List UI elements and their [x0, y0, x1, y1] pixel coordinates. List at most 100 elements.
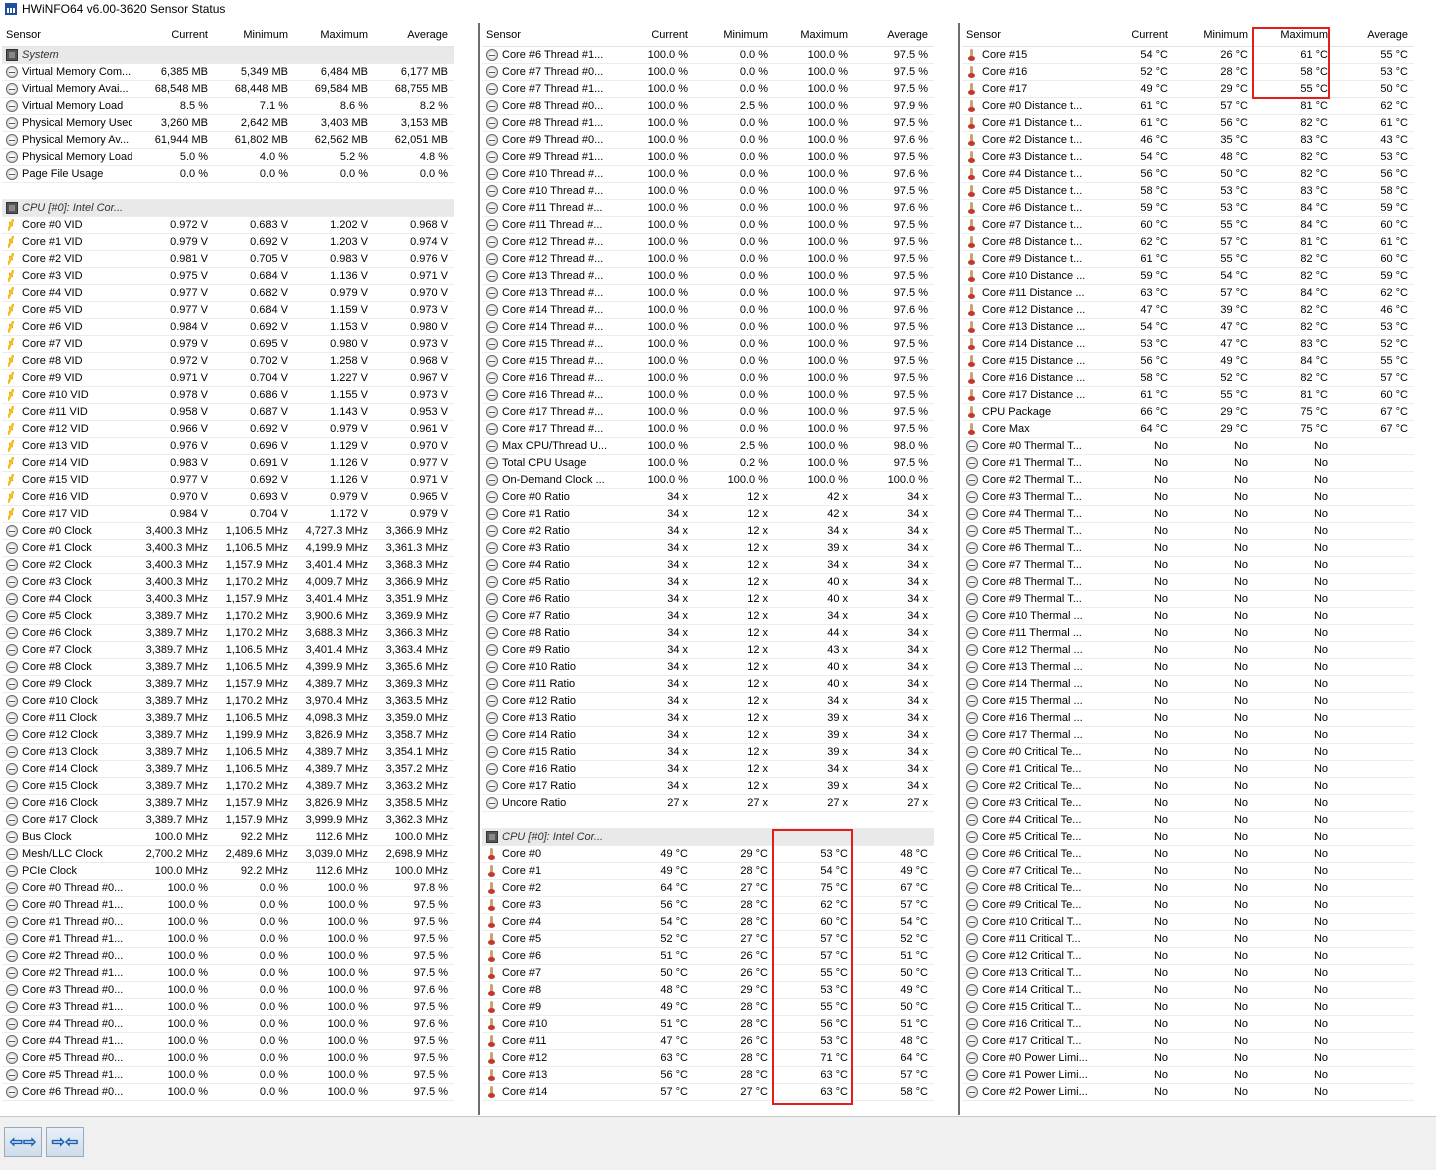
sensor-row[interactable]: Core #11 Critical T... No No No [962, 931, 1414, 948]
sensor-row[interactable]: Core #15 Distance ... 56 °C 49 °C 84 °C 55 °… [962, 353, 1414, 370]
sensor-row[interactable]: Core #13 Thermal ... No No No [962, 659, 1414, 676]
column-header-sensor[interactable]: Sensor [966, 29, 1001, 41]
sensor-row[interactable]: Core #2 Clock 3,400.3 MHz 1,157.9 MHz 3,401… [2, 557, 454, 574]
pane-splitter-1[interactable] [478, 23, 480, 1115]
sensor-row[interactable]: Core #10 Distance ... 59 °C 54 °C 82 °C 59 °… [962, 268, 1414, 285]
sensor-row[interactable]: Core #9 Thread #0... 100.0 % 0.0 % 100.0 % 9… [482, 132, 934, 149]
sensor-row[interactable]: Core #13 56 °C 28 °C 63 °C 57 °C [482, 1067, 934, 1084]
sensor-row[interactable]: Core #8 Distance t... 62 °C 57 °C 81 °C 61 °… [962, 234, 1414, 251]
sensor-row[interactable]: Core #1 Ratio 34 x 12 x 42 x 34 x [482, 506, 934, 523]
sensor-row[interactable]: Core #1 VID 0.979 V 0.692 V 1.203 V 0.974 V [2, 234, 454, 251]
sensor-row[interactable]: Core #13 Clock 3,389.7 MHz 1,106.5 MHz 4,38… [2, 744, 454, 761]
sensor-row[interactable]: Core #1 Power Limi... No No No [962, 1067, 1414, 1084]
sensor-row[interactable]: Core #17 Distance ... 61 °C 55 °C 81 °C 60 °… [962, 387, 1414, 404]
group-header-row[interactable]: System [2, 47, 454, 64]
sensor-row[interactable]: Core #3 Clock 3,400.3 MHz 1,170.2 MHz 4,009… [2, 574, 454, 591]
sensor-row[interactable]: Core #15 Thermal ... No No No [962, 693, 1414, 710]
sensor-row[interactable]: Core #8 Thread #1... 100.0 % 0.0 % 100.0 % 9… [482, 115, 934, 132]
sensor-row[interactable]: Core #10 Critical T... No No No [962, 914, 1414, 931]
sensor-row[interactable]: Core #2 Distance t... 46 °C 35 °C 83 °C 43 °… [962, 132, 1414, 149]
sensor-row[interactable]: Core #12 Clock 3,389.7 MHz 1,199.9 MHz 3,82… [2, 727, 454, 744]
sensor-row[interactable]: Core #10 VID 0.978 V 0.686 V 1.155 V 0.973 V [2, 387, 454, 404]
sensor-row[interactable]: Core #14 Thread #... 100.0 % 0.0 % 100.0 % 9… [482, 302, 934, 319]
sensor-row[interactable]: Core #5 Thermal T... No No No [962, 523, 1414, 540]
column-header-maximum[interactable]: Maximum [800, 29, 848, 41]
sensor-row[interactable]: Core #8 Thread #0... 100.0 % 2.5 % 100.0 % 9… [482, 98, 934, 115]
column-header-current[interactable]: Current [651, 29, 688, 41]
sensor-row[interactable]: Core #6 Ratio 34 x 12 x 40 x 34 x [482, 591, 934, 608]
sensor-row[interactable]: Core #11 Distance ... 63 °C 57 °C 84 °C 62 °… [962, 285, 1414, 302]
sensor-row[interactable]: Core #4 VID 0.977 V 0.682 V 0.979 V 0.970 V [2, 285, 454, 302]
sensor-row[interactable]: Core #9 VID 0.971 V 0.704 V 1.227 V 0.967 V [2, 370, 454, 387]
sensor-row[interactable]: Core #17 Thermal ... No No No [962, 727, 1414, 744]
sensor-row[interactable]: Core #7 Ratio 34 x 12 x 34 x 34 x [482, 608, 934, 625]
sensor-row[interactable]: Physical Memory Used 3,260 MB 2,642 MB 3,40… [2, 115, 454, 132]
sensor-row[interactable]: Core #7 Thread #0... 100.0 % 0.0 % 100.0 % 9… [482, 64, 934, 81]
sensor-row[interactable]: Core #0 Clock 3,400.3 MHz 1,106.5 MHz 4,727… [2, 523, 454, 540]
sensor-row[interactable]: Core #14 Clock 3,389.7 MHz 1,106.5 MHz 4,38… [2, 761, 454, 778]
sensor-row[interactable]: Core #2 Thread #0... 100.0 % 0.0 % 100.0 % 9… [2, 948, 454, 965]
sensor-row[interactable]: Core #17 Critical T... No No No [962, 1033, 1414, 1050]
sensor-row[interactable]: Core #17 Thread #... 100.0 % 0.0 % 100.0 % 9… [482, 404, 934, 421]
sensor-row[interactable]: Core #16 Thread #... 100.0 % 0.0 % 100.0 % 9… [482, 370, 934, 387]
sensor-row[interactable]: Core #8 VID 0.972 V 0.702 V 1.258 V 0.968 V [2, 353, 454, 370]
sensor-row[interactable]: Core #1 Critical Te... No No No [962, 761, 1414, 778]
sensor-row[interactable]: Core #0 VID 0.972 V 0.683 V 1.202 V 0.968 V [2, 217, 454, 234]
sensor-row[interactable]: Core #5 52 °C 27 °C 57 °C 52 °C [482, 931, 934, 948]
sensor-row[interactable]: Core #3 Thread #0... 100.0 % 0.0 % 100.0 % 9… [2, 982, 454, 999]
sensor-row[interactable]: Core #10 Thermal ... No No No [962, 608, 1414, 625]
sensor-row[interactable]: Uncore Ratio 27 x 27 x 27 x 27 x [482, 795, 934, 812]
sensor-row[interactable]: Core #11 VID 0.958 V 0.687 V 1.143 V 0.953 V [2, 404, 454, 421]
sensor-row[interactable]: Bus Clock 100.0 MHz 92.2 MHz 112.6 MHz 100.0… [2, 829, 454, 846]
sensor-row[interactable]: Core #8 Ratio 34 x 12 x 44 x 34 x [482, 625, 934, 642]
sensor-row[interactable]: Core #0 Critical Te... No No No [962, 744, 1414, 761]
sensor-row[interactable]: On-Demand Clock ... 100.0 % 100.0 % 100.0 %… [482, 472, 934, 489]
sensor-row[interactable]: Core #4 Thread #0... 100.0 % 0.0 % 100.0 % 9… [2, 1016, 454, 1033]
sensor-row[interactable]: Core #2 64 °C 27 °C 75 °C 67 °C [482, 880, 934, 897]
sensor-row[interactable]: Physical Memory Av... 61,944 MB 61,802 MB 6… [2, 132, 454, 149]
column-header-minimum[interactable]: Minimum [723, 29, 768, 41]
sensor-row[interactable]: Core #5 Distance t... 58 °C 53 °C 83 °C 58 °… [962, 183, 1414, 200]
sensor-row[interactable]: Core #10 Clock 3,389.7 MHz 1,170.2 MHz 3,97… [2, 693, 454, 710]
group-header-row[interactable]: CPU [#0]: Intel Cor... [482, 829, 934, 846]
sensor-row[interactable]: Core #16 Clock 3,389.7 MHz 1,157.9 MHz 3,82… [2, 795, 454, 812]
sensor-row[interactable]: Core #14 Critical T... No No No [962, 982, 1414, 999]
sensor-row[interactable]: Core #9 49 °C 28 °C 55 °C 50 °C [482, 999, 934, 1016]
sensor-row[interactable]: Core #0 Ratio 34 x 12 x 42 x 34 x [482, 489, 934, 506]
column-header-sensor[interactable]: Sensor [6, 29, 41, 41]
column-header-current[interactable]: Current [1131, 29, 1168, 41]
sensor-row[interactable]: Core #12 Critical T... No No No [962, 948, 1414, 965]
sensor-row[interactable]: Core #13 Thread #... 100.0 % 0.0 % 100.0 % 9… [482, 268, 934, 285]
column-header-minimum[interactable]: Minimum [243, 29, 288, 41]
sensor-row[interactable]: Core #11 Thread #... 100.0 % 0.0 % 100.0 % 9… [482, 217, 934, 234]
sensor-row[interactable]: Page File Usage 0.0 % 0.0 % 0.0 % 0.0 % [2, 166, 454, 183]
sensor-row[interactable]: Core #16 Ratio 34 x 12 x 34 x 34 x [482, 761, 934, 778]
sensor-row[interactable]: Core #3 Thread #1... 100.0 % 0.0 % 100.0 % 9… [2, 999, 454, 1016]
sensor-row[interactable]: Core #17 Clock 3,389.7 MHz 1,157.9 MHz 3,99… [2, 812, 454, 829]
sensor-row[interactable]: Core #16 52 °C 28 °C 58 °C 53 °C [962, 64, 1414, 81]
sensor-row[interactable]: Core #1 Thread #0... 100.0 % 0.0 % 100.0 % 9… [2, 914, 454, 931]
sensor-row[interactable]: Core #6 Clock 3,389.7 MHz 1,170.2 MHz 3,688… [2, 625, 454, 642]
sensor-row[interactable]: Core #12 Ratio 34 x 12 x 34 x 34 x [482, 693, 934, 710]
sensor-row[interactable]: Core #6 Thread #0... 100.0 % 0.0 % 100.0 % 9… [2, 1084, 454, 1101]
column-header-average[interactable]: Average [407, 29, 448, 41]
sensor-row[interactable]: Core #14 57 °C 27 °C 63 °C 58 °C [482, 1084, 934, 1101]
sensor-row[interactable]: Core #7 Thermal T... No No No [962, 557, 1414, 574]
sensor-row[interactable]: Core #15 Ratio 34 x 12 x 39 x 34 x [482, 744, 934, 761]
sensor-row[interactable]: Core #9 Critical Te... No No No [962, 897, 1414, 914]
sensor-row[interactable]: Core #9 Thread #1... 100.0 % 0.0 % 100.0 % 9… [482, 149, 934, 166]
sensor-row[interactable]: Core #15 Thread #... 100.0 % 0.0 % 100.0 % 9… [482, 336, 934, 353]
sensor-row[interactable]: Core #7 Distance t... 60 °C 55 °C 84 °C 60 °… [962, 217, 1414, 234]
sensor-row[interactable]: Core #14 Distance ... 53 °C 47 °C 83 °C 52 °… [962, 336, 1414, 353]
sensor-row[interactable]: Core #12 VID 0.966 V 0.692 V 0.979 V 0.961 V [2, 421, 454, 438]
sensor-row[interactable]: Core #3 VID 0.975 V 0.684 V 1.136 V 0.971 V [2, 268, 454, 285]
column-header-average[interactable]: Average [887, 29, 928, 41]
sensor-row[interactable]: Core #9 Clock 3,389.7 MHz 1,157.9 MHz 4,389… [2, 676, 454, 693]
sensor-row[interactable]: Core #17 49 °C 29 °C 55 °C 50 °C [962, 81, 1414, 98]
sensor-row[interactable]: Core #16 Thread #... 100.0 % 0.0 % 100.0 % 9… [482, 387, 934, 404]
column-header-average[interactable]: Average [1367, 29, 1408, 41]
sensor-row[interactable]: Core #8 Critical Te... No No No [962, 880, 1414, 897]
sensor-row[interactable]: Mesh/LLC Clock 2,700.2 MHz 2,489.6 MHz 3,03… [2, 846, 454, 863]
sensor-row[interactable]: Core #7 Clock 3,389.7 MHz 1,106.5 MHz 3,401… [2, 642, 454, 659]
sensor-row[interactable]: Core #16 Critical T... No No No [962, 1016, 1414, 1033]
